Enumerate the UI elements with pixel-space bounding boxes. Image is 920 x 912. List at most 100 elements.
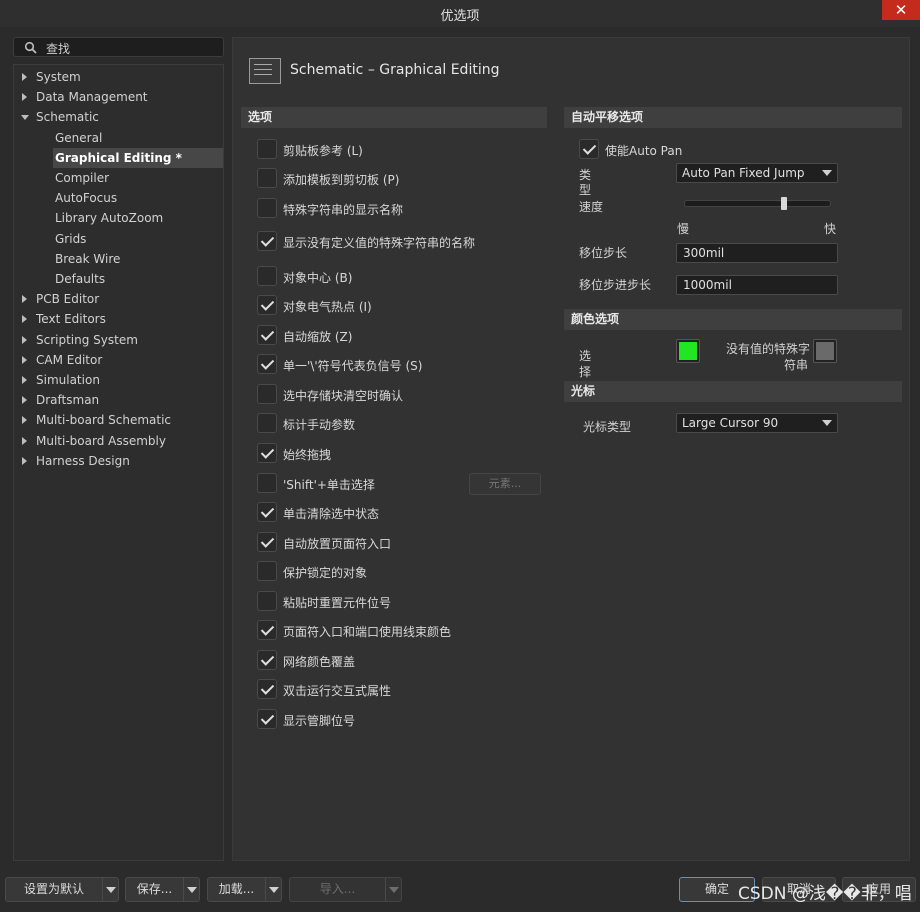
checkbox[interactable] — [257, 354, 277, 374]
chevron-right-icon[interactable] — [22, 396, 27, 405]
speed-slider-thumb[interactable] — [780, 197, 787, 210]
checkbox[interactable] — [257, 413, 277, 433]
save-button[interactable]: 保存... — [125, 877, 200, 902]
checkbox[interactable] — [257, 502, 277, 522]
tree-item[interactable]: Schematic — [14, 107, 223, 127]
speed-fast-label: 快 — [824, 222, 837, 236]
tree-item[interactable]: Defaults — [14, 269, 223, 289]
checkbox[interactable] — [257, 325, 277, 345]
chevron-right-icon[interactable] — [22, 436, 27, 445]
checkbox[interactable] — [257, 532, 277, 552]
option-label: 标计手动参数 — [283, 418, 356, 432]
checkbox[interactable] — [257, 266, 277, 286]
speed-slider[interactable] — [684, 197, 831, 210]
autopan-type-dropdown[interactable]: Auto Pan Fixed Jump — [676, 163, 838, 183]
cursor-type-dropdown[interactable]: Large Cursor 90 — [676, 413, 838, 433]
chevron-down-icon[interactable] — [269, 887, 279, 893]
tree-item[interactable]: CAM Editor — [14, 350, 223, 370]
selection-color-swatch[interactable] — [676, 339, 700, 363]
chevron-right-icon[interactable] — [22, 295, 27, 304]
tree-item[interactable]: Data Management — [14, 87, 223, 107]
chevron-down-icon[interactable] — [106, 887, 116, 893]
tree-item[interactable]: Multi-board Schematic — [14, 410, 223, 430]
checkbox[interactable] — [257, 561, 277, 581]
chevron-down-icon[interactable] — [389, 887, 399, 893]
checkbox[interactable] — [257, 679, 277, 699]
step-size-input[interactable]: 300mil — [676, 243, 838, 263]
import-label: 导入... — [319, 882, 356, 896]
tree-item[interactable]: Multi-board Assembly — [14, 431, 223, 451]
no-value-string-color-swatch[interactable] — [813, 339, 837, 363]
checkbox[interactable] — [257, 198, 277, 218]
tree-item[interactable]: Break Wire — [14, 249, 223, 269]
chevron-right-icon[interactable] — [22, 315, 27, 324]
load-button[interactable]: 加载... — [207, 877, 282, 902]
elements-button[interactable]: 元素... — [469, 473, 541, 495]
chevron-right-icon[interactable] — [22, 73, 27, 81]
import-button[interactable]: 导入... — [289, 877, 402, 902]
option-label: 特殊字符串的显示名称 — [283, 203, 404, 217]
step-label: 移位步长 — [579, 246, 628, 260]
checkbox[interactable] — [257, 139, 277, 159]
option-label: 添加模板到剪切板 (P) — [283, 173, 400, 187]
tree-item[interactable]: Library AutoZoom — [14, 208, 223, 228]
option-label: 单一'\'符号代表负信号 (S) — [283, 359, 423, 373]
search-input[interactable]: 查找 — [13, 37, 224, 57]
checkbox[interactable] — [257, 591, 277, 611]
tree-item-label: Break Wire — [55, 251, 121, 266]
tree-item[interactable]: Compiler — [14, 168, 223, 188]
tree-item[interactable]: Draftsman — [14, 390, 223, 410]
checkbox[interactable] — [257, 620, 277, 640]
cursor-type-value: Large Cursor 90 — [682, 416, 779, 430]
chevron-right-icon[interactable] — [22, 416, 27, 425]
close-button[interactable]: ✕ — [882, 0, 920, 20]
checkbox[interactable] — [257, 650, 277, 670]
tree-item[interactable]: Scripting System — [14, 330, 223, 350]
no-value-string-label-1: 没有值的特殊字 — [726, 342, 811, 356]
checkbox[interactable] — [257, 168, 277, 188]
save-label: 保存... — [136, 882, 173, 896]
chevron-right-icon[interactable] — [22, 355, 27, 364]
option-label: 自动放置页面符入口 — [283, 537, 392, 551]
chevron-right-icon[interactable] — [22, 335, 27, 344]
tree-item[interactable]: System — [14, 67, 223, 87]
chevron-right-icon[interactable] — [22, 376, 27, 384]
enable-autopan-check[interactable] — [579, 139, 599, 159]
chevron-down-icon[interactable] — [21, 115, 29, 121]
option-label: 显示管脚位号 — [283, 714, 356, 728]
checkbox[interactable] — [257, 473, 277, 493]
checkbox[interactable] — [257, 709, 277, 729]
shift-step-size-input[interactable]: 1000mil — [676, 275, 838, 295]
chevron-down-icon[interactable] — [187, 887, 197, 893]
chevron-right-icon[interactable] — [22, 456, 27, 465]
tree-item-label: Simulation — [36, 373, 100, 387]
tree-item-label: System — [36, 70, 81, 84]
tree-item-label: Draftsman — [36, 393, 100, 408]
tree-item[interactable]: Text Editors — [14, 309, 223, 329]
schematic-page-icon — [249, 58, 281, 84]
page-title: Schematic – Graphical Editing — [290, 62, 500, 78]
checkbox[interactable] — [257, 231, 277, 251]
tree-item[interactable]: General — [14, 128, 223, 148]
tree-item[interactable]: Simulation — [14, 370, 223, 390]
tree-item-label: Defaults — [55, 272, 106, 286]
tree-item[interactable]: PCB Editor — [14, 289, 223, 309]
preferences-tree: System Data Management Schematic General Gra… — [13, 64, 224, 861]
tree-item-label: Multi-board Assembly — [36, 433, 166, 448]
chevron-right-icon[interactable] — [22, 93, 27, 102]
checkbox[interactable] — [257, 295, 277, 315]
option-label: 自动缩放 (Z) — [283, 330, 353, 344]
autopan-section-header: 自动平移选项 — [564, 107, 902, 128]
checkbox[interactable] — [257, 384, 277, 404]
checkbox[interactable] — [257, 443, 277, 463]
tree-item[interactable]: Grids — [14, 229, 223, 249]
tree-item[interactable]: Graphical Editing * — [53, 147, 223, 168]
no-value-string-label-2: 符串 — [784, 358, 809, 372]
search-placeholder: 查找 — [46, 42, 71, 56]
split-divider — [183, 878, 184, 901]
tree-item[interactable]: AutoFocus — [14, 188, 223, 208]
set-default-button[interactable]: 设置为默认 — [5, 877, 119, 902]
color-section-header: 颜色选项 — [564, 309, 902, 330]
chevron-down-icon — [822, 170, 832, 176]
tree-item[interactable]: Harness Design — [14, 451, 223, 471]
